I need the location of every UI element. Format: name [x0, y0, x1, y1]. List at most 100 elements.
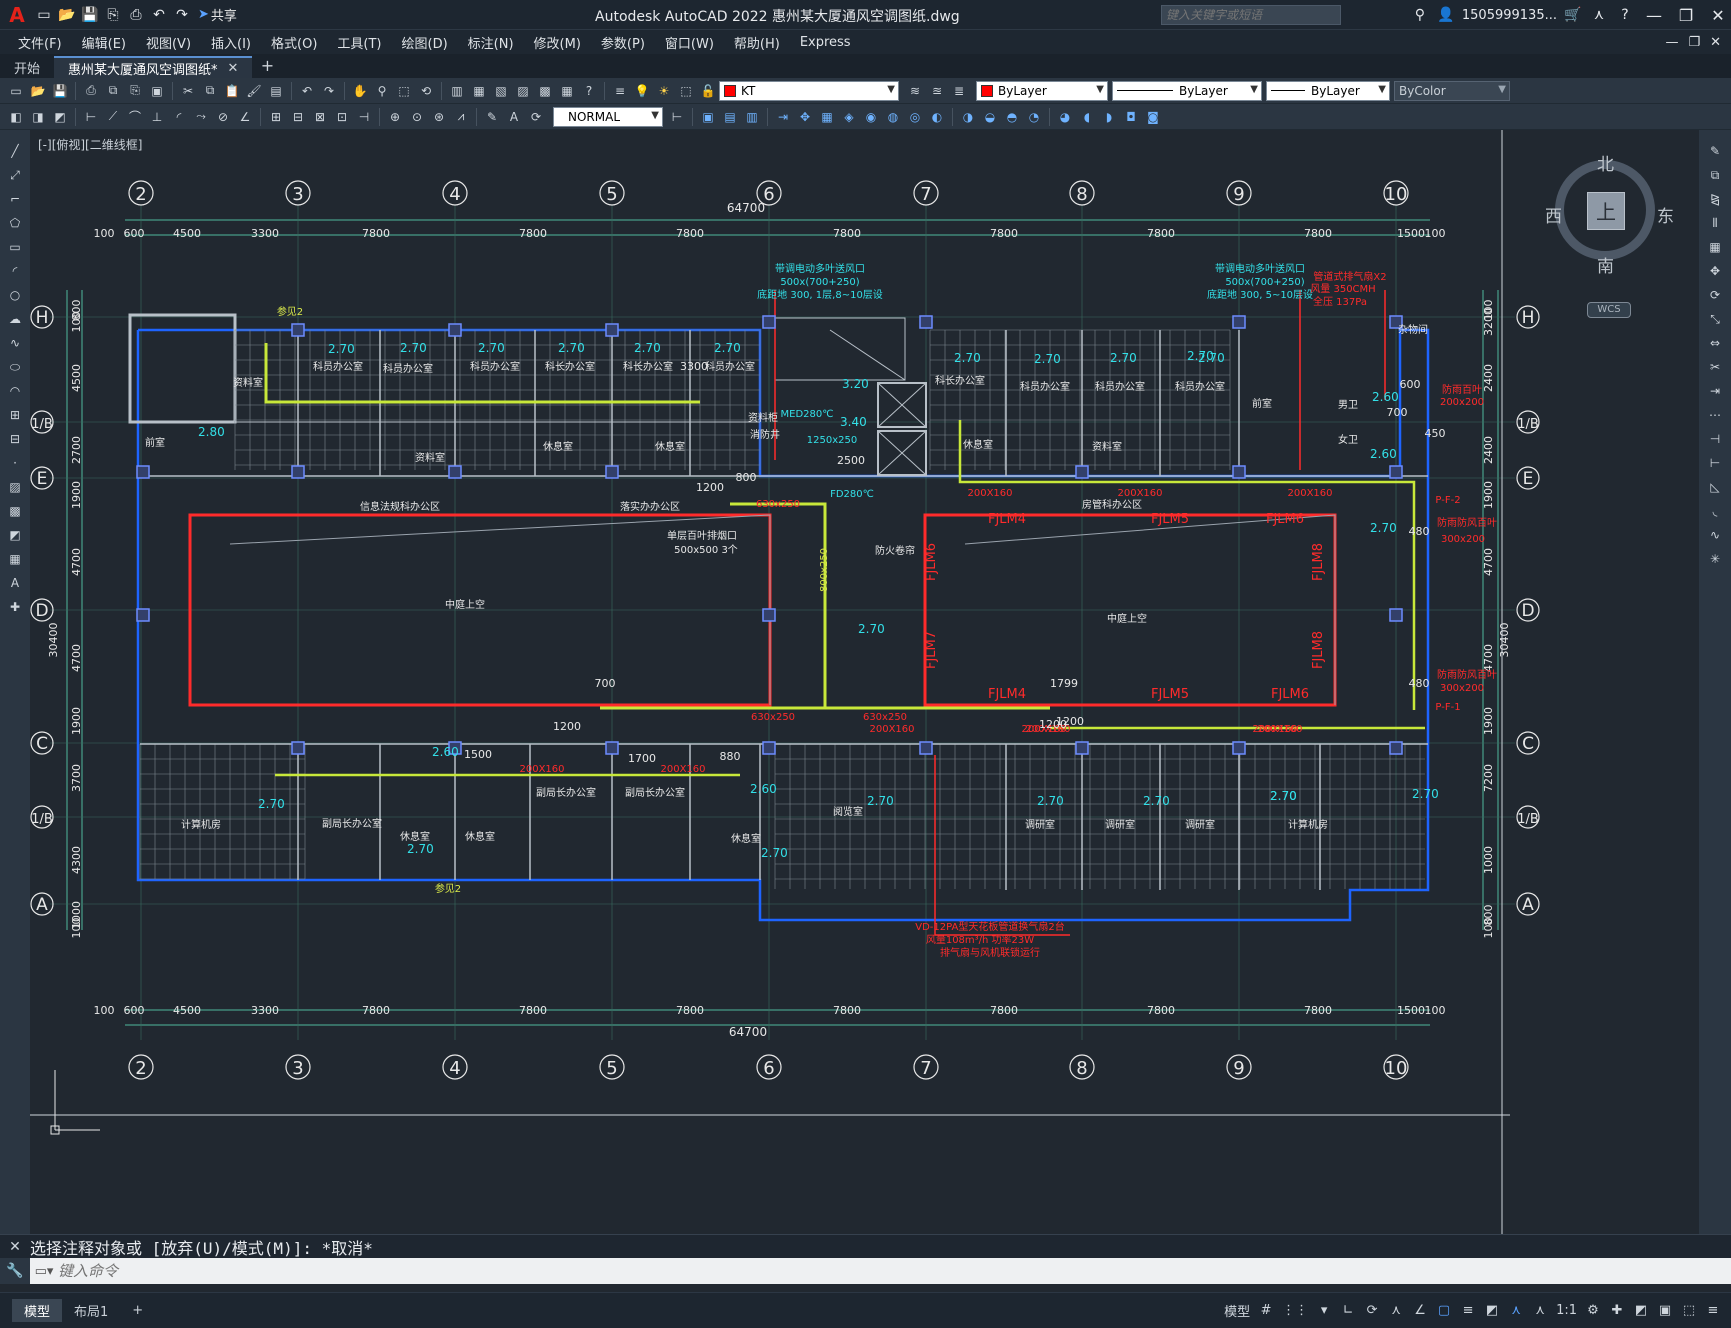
circle-icon[interactable]: ○ — [4, 286, 26, 304]
share-button[interactable]: ➤ 共享 — [198, 5, 237, 24]
ellipse-arc-icon[interactable]: ◠ — [4, 382, 26, 400]
dim-continue-icon[interactable]: ⊠ — [310, 107, 330, 127]
dim-quick-icon[interactable]: ⊞ — [266, 107, 286, 127]
undo-icon[interactable]: ↶ — [149, 5, 169, 25]
construction-line-icon[interactable]: ⤢ — [4, 166, 26, 184]
properties-icon[interactable]: ▥ — [447, 81, 467, 101]
close-button[interactable]: ✕ — [1705, 6, 1731, 25]
viewport-label[interactable]: [-][俯视][二维线框] — [38, 136, 142, 153]
make-current-icon[interactable]: ≋ — [905, 81, 925, 101]
menu-format[interactable]: 格式(O) — [261, 33, 327, 52]
add-tab-button[interactable]: + — [252, 56, 282, 78]
inspect-icon[interactable]: ⊛ — [429, 107, 449, 127]
make-block-icon[interactable]: ⊟ — [4, 430, 26, 448]
move-icon[interactable]: ✥ — [1704, 262, 1726, 280]
compass-east[interactable]: 东 — [1657, 202, 1674, 227]
hardware-accel-icon[interactable]: ▣ — [1655, 1300, 1675, 1322]
tab-drawing[interactable]: 惠州某大厦通风空调图纸* ✕ — [54, 56, 253, 78]
minimize-button[interactable]: — — [1641, 6, 1667, 25]
doc-restore-button[interactable]: ❐ — [1688, 35, 1700, 50]
drawing-canvas[interactable]: 2 2 3 3 4 4 5 5 6 6 7 7 8 8 9 9 10 10 H H 1/B 1/B E E D D C C 1/B 1/B… — [30, 130, 1699, 1234]
jogged-linear-icon[interactable]: ⩘ — [451, 107, 471, 127]
dimstyle-icon[interactable]: ⊢ — [667, 107, 687, 127]
cut-icon[interactable]: ✂ — [178, 81, 198, 101]
dim-aligned-icon[interactable]: ⟋ — [103, 107, 123, 127]
zoom-previous-icon[interactable]: ⟲ — [416, 81, 436, 101]
modify-17-icon[interactable]: ◖ — [1077, 107, 1097, 127]
close-command-icon[interactable]: ✕ — [0, 1239, 30, 1255]
infer-icon[interactable]: ▾ — [1314, 1300, 1334, 1322]
model-space-button[interactable]: 模型 — [1222, 1300, 1252, 1322]
polygon-icon[interactable]: ⬠ — [4, 214, 26, 232]
tool-3-icon[interactable]: ◩ — [50, 107, 70, 127]
publish-icon[interactable]: ⎘ — [125, 81, 145, 101]
modify-13-icon[interactable]: ◒ — [980, 107, 1000, 127]
menu-draw[interactable]: 绘图(D) — [392, 33, 458, 52]
tool-1-icon[interactable]: ◧ — [6, 107, 26, 127]
customization-icon[interactable]: ≡ — [1703, 1300, 1723, 1322]
region-icon[interactable]: ◩ — [4, 526, 26, 544]
annotation-autoscale-icon[interactable]: ⋏ — [1530, 1300, 1550, 1322]
gear-icon[interactable]: ⚙ — [1583, 1300, 1603, 1322]
polyline-icon[interactable]: ⌐ — [4, 190, 26, 208]
menu-view[interactable]: 视图(V) — [136, 33, 201, 52]
sheetset-icon[interactable]: ▨ — [513, 81, 533, 101]
floor-plan[interactable]: 22334455667788991010H H1/B 1/BE ED DC C1/B 1/B… — [30, 130, 1699, 1234]
addselected-icon[interactable]: ✚ — [4, 598, 26, 616]
viewcube[interactable]: 上 北 南 西 东 — [1545, 150, 1674, 277]
blend-icon[interactable]: ∿ — [1704, 526, 1726, 544]
3dprint-icon[interactable]: ▣ — [147, 81, 167, 101]
dim-angular-icon[interactable]: ∠ — [235, 107, 255, 127]
insert-block-icon[interactable]: ⊞ — [4, 406, 26, 424]
autodesk-icon[interactable]: ⋏ — [1589, 5, 1609, 25]
menu-dimension[interactable]: 标注(N) — [458, 33, 524, 52]
tolerance-icon[interactable]: ⊕ — [385, 107, 405, 127]
redo-icon[interactable]: ↷ — [172, 5, 192, 25]
modify-19-icon[interactable]: ◘ — [1121, 107, 1141, 127]
user-icon[interactable]: 👤 — [1436, 5, 1456, 25]
paste-icon[interactable]: 📋 — [222, 81, 242, 101]
layer-vp-icon[interactable]: ⬚ — [676, 81, 696, 101]
doc-close-button[interactable]: ✕ — [1710, 35, 1721, 50]
dim-jogged-icon[interactable]: ⤳ — [191, 107, 211, 127]
menu-modify[interactable]: 修改(M) — [524, 33, 591, 52]
linetype-dropdown[interactable]: ByLayer ▼ — [1112, 80, 1262, 101]
modify-20-icon[interactable]: ◙ — [1143, 107, 1163, 127]
toolpalettes-icon[interactable]: ▧ — [491, 81, 511, 101]
dim-text-edit-icon[interactable]: A — [504, 107, 524, 127]
new-icon[interactable]: ▭ — [34, 5, 54, 25]
ellipse-icon[interactable]: ⬭ — [4, 358, 26, 376]
qnew-icon[interactable]: ▭ — [6, 81, 26, 101]
line-icon[interactable]: ╱ — [4, 142, 26, 160]
gradient-icon[interactable]: ▩ — [4, 502, 26, 520]
dim-radius-icon[interactable]: ◜ — [169, 107, 189, 127]
add-layout-button[interactable]: + — [120, 1301, 155, 1320]
rectangle-icon[interactable]: ▭ — [4, 238, 26, 256]
stretch-icon[interactable]: ⇔ — [1704, 334, 1726, 352]
annotation-scale[interactable]: 1:1 — [1554, 1300, 1579, 1322]
customize-icon[interactable]: 🔧 — [0, 1258, 30, 1284]
open-icon[interactable]: 📂 — [28, 81, 48, 101]
rotate-icon[interactable]: ⟳ — [1704, 286, 1726, 304]
help-icon[interactable]: ? — [579, 81, 599, 101]
compass-west[interactable]: 西 — [1545, 202, 1562, 227]
revcloud-icon[interactable]: ☁ — [4, 310, 26, 328]
fillet-icon[interactable]: ◟ — [1704, 502, 1726, 520]
modify-15-icon[interactable]: ◔ — [1024, 107, 1044, 127]
pan-icon[interactable]: ✋ — [350, 81, 370, 101]
wcs-button[interactable]: WCS — [1587, 302, 1631, 318]
save-icon[interactable]: 💾 — [50, 81, 70, 101]
arc-icon[interactable]: ◜ — [4, 262, 26, 280]
scale-icon[interactable]: ⤡ — [1704, 310, 1726, 328]
clean-screen-icon[interactable]: ⬚ — [1679, 1300, 1699, 1322]
search-icon[interactable]: ⚲ — [1410, 5, 1430, 25]
help-icon[interactable]: ? — [1615, 5, 1635, 25]
grid-icon[interactable]: # — [1256, 1300, 1276, 1322]
dim-linear-icon[interactable]: ⊢ — [81, 107, 101, 127]
modify-16-icon[interactable]: ◕ — [1055, 107, 1075, 127]
zoom-window-icon[interactable]: ⬚ — [394, 81, 414, 101]
menu-edit[interactable]: 编辑(E) — [72, 33, 136, 52]
user-name[interactable]: 1505999135... — [1462, 8, 1557, 23]
plotstyle-dropdown[interactable]: ByColor ▼ — [1394, 80, 1510, 101]
modify-3-icon[interactable]: ▥ — [742, 107, 762, 127]
